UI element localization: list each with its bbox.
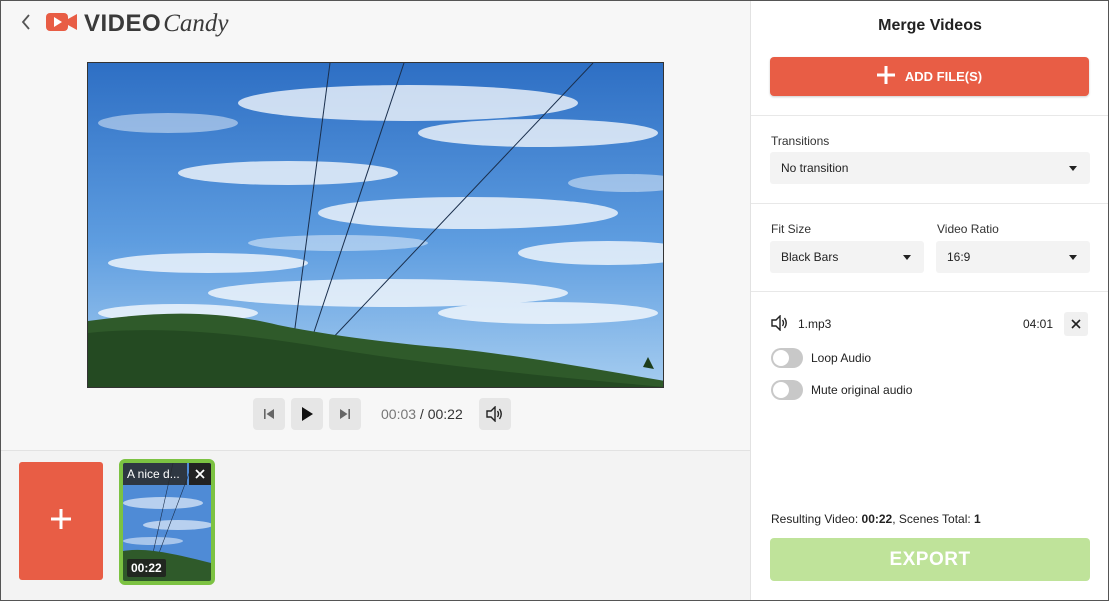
plus-icon <box>876 66 895 87</box>
clip-duration: 00:22 <box>127 559 166 577</box>
result-scenes: 1 <box>974 512 981 526</box>
timeline-clip[interactable]: A nice d... 00:22 <box>119 459 215 585</box>
mute-original-label: Mute original audio <box>811 383 913 397</box>
total-time: 00:22 <box>427 406 463 422</box>
video-ratio-select[interactable]: 16:9 <box>936 241 1090 273</box>
time-display: 00:03 / 00:22 <box>381 406 463 422</box>
mute-original-row: Mute original audio <box>771 379 912 401</box>
logo[interactable]: VIDEO Candy <box>46 9 228 39</box>
chevron-down-icon <box>1069 166 1077 171</box>
result-duration: 00:22 <box>861 512 893 526</box>
divider <box>751 203 1109 204</box>
loop-audio-label: Loop Audio <box>811 351 872 365</box>
divider <box>751 291 1109 292</box>
audio-track: 1.mp3 04:01 <box>771 312 1091 336</box>
video-ratio-value: 16:9 <box>947 250 971 264</box>
skip-forward-icon[interactable] <box>329 398 361 430</box>
settings-panel: Merge Videos ADD FILE(S) Transitions No … <box>750 1 1109 600</box>
result-summary: Resulting Video: 00:22, Scenes Total: 1 <box>771 512 981 526</box>
logo-text-candy: Candy <box>163 10 229 37</box>
close-icon[interactable] <box>1064 312 1088 336</box>
add-files-label: ADD FILE(S) <box>904 69 983 84</box>
audio-duration: 04:01 <box>1023 317 1054 331</box>
divider <box>751 115 1109 116</box>
play-icon[interactable] <box>291 398 323 430</box>
audio-file-name: 1.mp3 <box>798 317 832 331</box>
volume-icon[interactable] <box>478 398 511 430</box>
plus-icon <box>51 508 71 534</box>
close-icon[interactable] <box>189 463 211 485</box>
mute-original-toggle[interactable] <box>771 380 803 400</box>
back-arrow-icon[interactable] <box>15 11 37 33</box>
result-prefix: Resulting Video: <box>771 512 862 526</box>
transitions-value: No transition <box>781 161 849 175</box>
export-button[interactable]: EXPORT <box>770 538 1090 581</box>
fit-size-value: Black Bars <box>781 250 839 264</box>
fit-size-label: Fit Size <box>771 222 812 236</box>
chevron-down-icon <box>1069 255 1077 260</box>
toggle-knob <box>773 382 789 398</box>
video-camera-icon <box>46 11 78 38</box>
transitions-select[interactable]: No transition <box>770 152 1090 184</box>
workspace: VIDEO Candy 00:03 / 00:22 <box>1 1 750 450</box>
loop-audio-row: Loop Audio <box>771 347 871 369</box>
result-middle: , Scenes Total: <box>892 512 975 526</box>
chevron-down-icon <box>903 255 911 260</box>
add-clip-button[interactable] <box>19 462 103 580</box>
add-files-button[interactable]: ADD FILE(S) <box>770 57 1089 96</box>
transitions-label: Transitions <box>771 134 830 148</box>
speaker-icon <box>771 314 791 336</box>
clip-title: A nice d... <box>123 463 187 485</box>
time-separator: / <box>416 406 428 422</box>
video-ratio-label: Video Ratio <box>937 222 999 236</box>
current-time: 00:03 <box>381 406 417 422</box>
timeline: A nice d... 00:22 <box>1 450 750 600</box>
fit-size-select[interactable]: Black Bars <box>770 241 924 273</box>
loop-audio-toggle[interactable] <box>771 348 803 368</box>
video-preview[interactable] <box>87 62 664 388</box>
toggle-knob <box>773 350 789 366</box>
skip-back-icon[interactable] <box>253 398 285 430</box>
player-controls: 00:03 / 00:22 <box>253 398 511 430</box>
logo-text-video: VIDEO <box>84 10 162 37</box>
panel-title: Merge Videos <box>878 17 982 34</box>
